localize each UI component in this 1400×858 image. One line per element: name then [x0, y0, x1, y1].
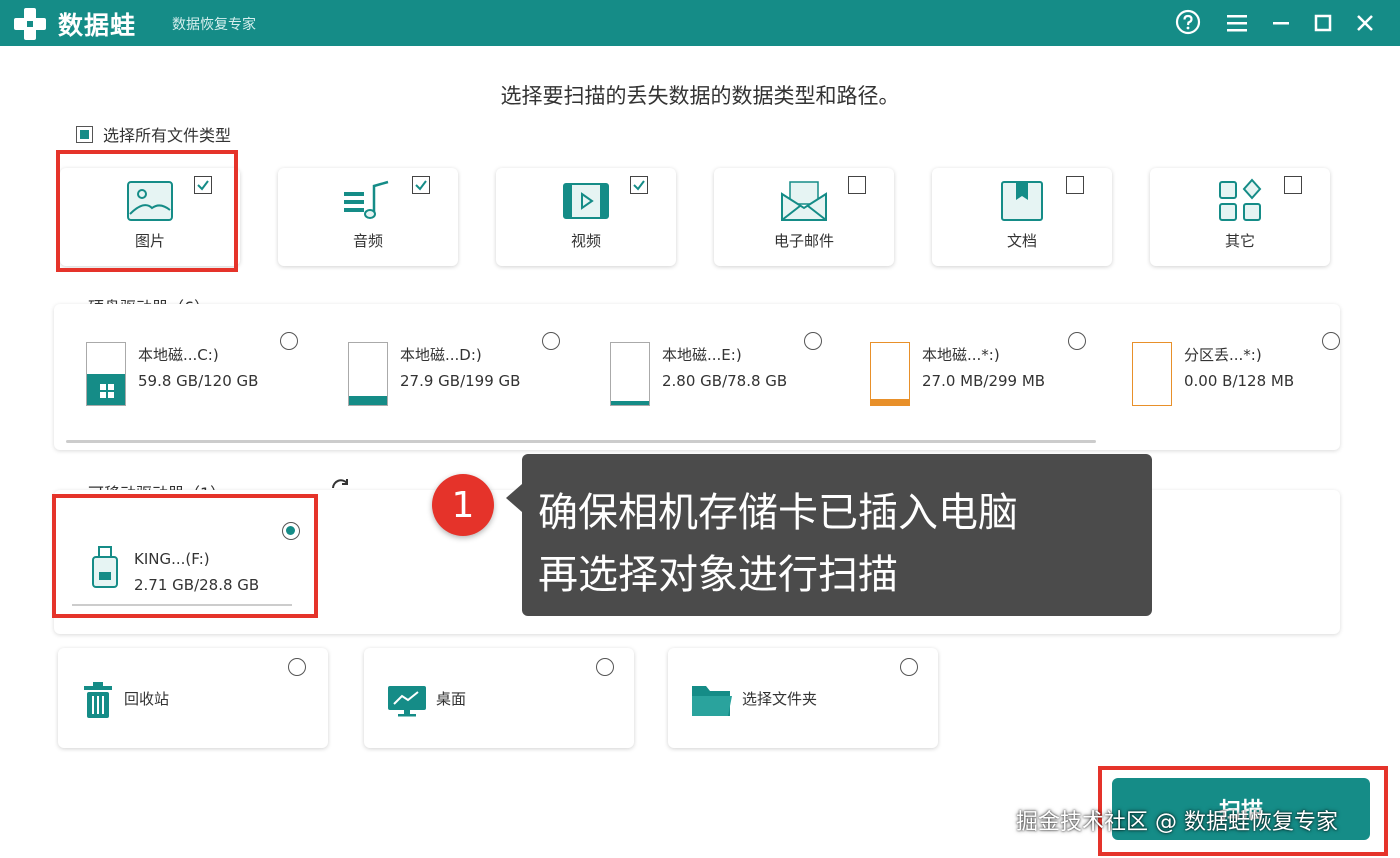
menu-icon — [1227, 15, 1247, 32]
location-radio[interactable] — [596, 658, 614, 676]
watermark: 掘金技术社区 @ 数据蛙恢复专家 — [1016, 810, 1338, 835]
location-card-recycle-bin[interactable]: 回收站 — [58, 648, 328, 748]
drive-name: 本地磁...D:) — [400, 346, 482, 364]
file-type-checkbox-audio[interactable] — [412, 176, 430, 194]
minimize-button[interactable] — [1266, 8, 1296, 38]
drive-radio[interactable] — [1068, 332, 1086, 350]
drive-name: 本地磁...*:) — [922, 346, 1000, 364]
callout-line-2: 再选择对象进行扫描 — [538, 552, 898, 598]
location-radio[interactable] — [288, 658, 306, 676]
select-all-label: 选择所有文件类型 — [103, 126, 232, 145]
drive-name: 本地磁...E:) — [662, 346, 742, 364]
help-button[interactable] — [1173, 8, 1203, 38]
file-type-checkbox-email[interactable] — [848, 176, 866, 194]
removable-drive-radio[interactable] — [282, 522, 300, 540]
drive-item[interactable]: 本地磁...E:) 2.80 GB/78.8 GB — [610, 340, 850, 410]
check-icon — [415, 180, 427, 191]
drive-usage-fill — [611, 401, 649, 405]
close-button[interactable] — [1350, 8, 1380, 38]
minimize-icon — [1273, 22, 1289, 25]
select-all-checkbox[interactable] — [76, 125, 93, 143]
instruction-callout: 确保相机存储卡已插入电脑 再选择对象进行扫描 — [506, 454, 1152, 616]
menu-button[interactable] — [1222, 8, 1252, 38]
file-type-checkbox-documents[interactable] — [1066, 176, 1084, 194]
drive-icon — [1132, 342, 1172, 406]
drive-size: 59.8 GB/120 GB — [138, 372, 259, 390]
file-type-label: 音频 — [352, 232, 383, 250]
video-icon — [563, 183, 609, 219]
callout-line-1: 确保相机存储卡已插入电脑 — [538, 490, 1018, 536]
app-logo-icon — [14, 8, 46, 40]
drive-item[interactable]: 本地磁...D:) 27.9 GB/199 GB — [348, 340, 588, 410]
maximize-button[interactable] — [1308, 8, 1338, 38]
usb-drive-icon — [90, 546, 120, 588]
drive-icon — [610, 342, 650, 406]
file-type-checkbox-images[interactable] — [194, 176, 212, 194]
file-type-label: 视频 — [570, 232, 601, 250]
drive-icon — [348, 342, 388, 406]
page-heading: 选择要扫描的丢失数据的数据类型和路径。 — [500, 84, 900, 108]
drive-size: 0.00 B/128 MB — [1184, 372, 1295, 390]
document-icon — [1001, 181, 1043, 221]
drive-radio[interactable] — [542, 332, 560, 350]
drive-name: KING...(F:) — [134, 550, 210, 568]
file-type-checkbox-other[interactable] — [1284, 176, 1302, 194]
drive-size: 2.71 GB/28.8 GB — [134, 576, 260, 594]
location-radio[interactable] — [900, 658, 918, 676]
folder-icon — [692, 686, 732, 716]
drive-item[interactable]: 本地磁...C:) 59.8 GB/120 GB — [86, 340, 326, 410]
file-type-card-images[interactable]: 图片 — [60, 168, 240, 266]
desktop-icon — [388, 686, 426, 717]
location-card-folder[interactable]: 选择文件夹 — [668, 648, 938, 748]
location-card-desktop[interactable]: 桌面 — [364, 648, 634, 748]
step-number-badge: 1 — [432, 474, 494, 536]
check-icon — [633, 180, 645, 191]
file-type-label: 文档 — [1006, 232, 1037, 250]
location-label: 选择文件夹 — [742, 690, 818, 708]
drive-size: 27.9 GB/199 GB — [400, 372, 521, 390]
drive-radio[interactable] — [280, 332, 298, 350]
drive-item[interactable]: 本地磁...*:) 27.0 MB/299 MB — [870, 340, 1110, 410]
check-icon — [197, 180, 209, 191]
hard-drives-panel: 本地磁...C:) 59.8 GB/120 GB 本地磁...D:) 27.9 … — [54, 304, 1340, 450]
location-label: 回收站 — [124, 690, 170, 708]
windows-icon — [100, 384, 114, 398]
title-bar: 数据蛙 数据恢复专家 — [0, 0, 1400, 46]
apps-icon — [1219, 178, 1262, 221]
drive-icon — [870, 342, 910, 406]
help-icon — [1175, 9, 1201, 35]
drive-usage-fill — [871, 399, 909, 405]
file-type-checkbox-video[interactable] — [630, 176, 648, 194]
app-subtitle: 数据恢复专家 — [172, 17, 256, 33]
drive-item[interactable]: 分区丢...*:) 0.00 B/128 MB — [1132, 340, 1340, 410]
drive-radio[interactable] — [1322, 332, 1340, 350]
file-type-label: 电子邮件 — [773, 232, 834, 250]
location-label: 桌面 — [436, 690, 467, 708]
mail-icon — [781, 181, 827, 221]
drive-name: 本地磁...C:) — [138, 346, 219, 364]
app-brand: 数据蛙 — [58, 11, 137, 40]
file-type-card-audio[interactable]: 音频 — [278, 168, 458, 266]
drive-radio[interactable] — [804, 332, 822, 350]
drive-size: 27.0 MB/299 MB — [922, 372, 1046, 390]
file-type-label: 其它 — [1224, 232, 1255, 250]
drive-name: 分区丢...*:) — [1184, 346, 1262, 364]
drive-usage-fill — [349, 396, 387, 405]
music-icon — [344, 180, 389, 219]
drive-icon — [86, 342, 126, 406]
removable-scroll — [72, 604, 292, 606]
drive-size: 2.80 GB/78.8 GB — [662, 372, 788, 390]
select-all-file-types[interactable]: 选择所有文件类型 — [76, 122, 231, 146]
trash-icon — [84, 682, 112, 718]
file-type-card-documents[interactable]: 文档 — [932, 168, 1112, 266]
file-type-card-other[interactable]: 其它 — [1150, 168, 1330, 266]
close-icon — [1357, 15, 1373, 31]
horizontal-scrollbar[interactable] — [66, 440, 1096, 443]
file-type-card-video[interactable]: 视频 — [496, 168, 676, 266]
file-type-label: 图片 — [134, 232, 165, 250]
file-type-card-email[interactable]: 电子邮件 — [714, 168, 894, 266]
image-icon — [127, 181, 173, 221]
maximize-icon — [1314, 14, 1332, 32]
